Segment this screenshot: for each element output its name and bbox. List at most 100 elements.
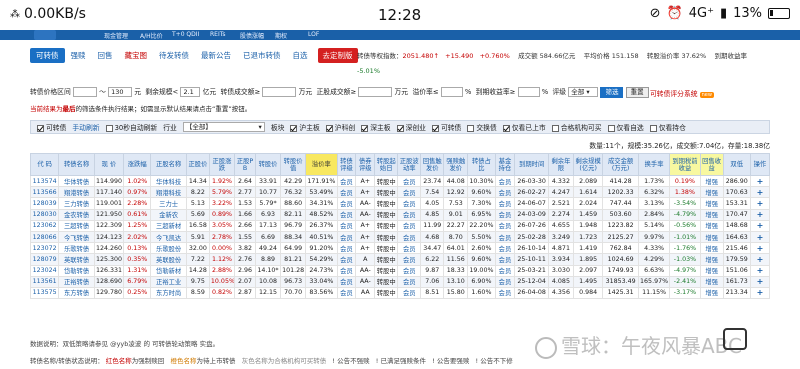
cell-fund-holding[interactable]: 会员 [494,186,516,199]
cell-fund-holding[interactable]: 会员 [494,264,516,277]
table-row[interactable]: 113575 东方转债 129.780 0.25% 东方时尚 8.59 0.82% 2.87 1… [29,286,771,300]
cell-stock-name[interactable]: 英联股份 [150,253,187,266]
cell-code[interactable]: 113575 [29,286,60,300]
col-header-putback-yield[interactable]: 回售收益 [699,153,724,176]
opt-convertible-type[interactable]: 可转债 [431,122,461,132]
opt-auto-refresh[interactable]: 30秒自动刷新 [105,122,157,132]
table-row[interactable]: 128079 英联转债 125.300 0.35% 英联股份 7.22 1.12% 2.76 8… [29,253,771,266]
opt-sh-star[interactable]: 沪科创 [325,122,355,132]
share-icon[interactable] [723,328,747,350]
cell-bond-rating[interactable]: 会员 [336,286,357,300]
cell-code[interactable]: 128030 [29,208,60,221]
custom-version-button[interactable]: 去定制版 [317,47,358,63]
industry-select[interactable]: 【全部】 ▾ [182,122,265,132]
col-header-bond-rating[interactable]: 转债评级 [336,153,357,176]
cell-bond-rating[interactable]: 会员 [336,219,357,232]
table-row[interactable]: 123072 乐歌转债 124.260 0.13% 乐歌股份 32.00 0.00% 3.82… [29,242,771,255]
cell-bond-name[interactable]: 今飞转债 [58,230,95,244]
cell-volatility[interactable]: 会员 [397,219,422,232]
table-row[interactable]: 128066 今飞转债 124.123 2.02% 今飞凯达 5.91 2.78% 1.55 6… [29,230,771,244]
table-row[interactable]: 128030 金农转债 121.950 0.61% 金新农 5.69 0.89% 1.66 6.… [29,208,771,221]
col-header-stock-price[interactable]: 正股价 [185,153,210,176]
cell-bond-rating[interactable]: 会员 [336,186,357,199]
nav-item-options[interactable]: 期权 [275,31,287,40]
cell-bond-rating[interactable]: 会员 [336,242,357,255]
cell-code[interactable]: 113561 [29,275,60,288]
nav-item-gain[interactable]: 股债涨幅 [240,31,264,40]
cell-stock-name[interactable]: 正裕工业 [150,275,187,288]
cell-bond-name[interactable]: 三力转债 [58,197,95,210]
opt-listed-only[interactable]: 仅看已上市 [502,122,546,132]
cell-bond-name[interactable]: 岱勒转债 [58,264,95,277]
table-row[interactable]: 123024 岱勒转债 126.331 1.31% 岱勒新材 14.28 2.88% 2.96… [29,264,771,277]
opt-watchlist-only[interactable]: 仅看自选 [607,122,644,132]
cell-code[interactable]: 123024 [29,264,60,277]
cell-putback-yield[interactable]: 增强 [699,186,724,199]
cell-bond-rating[interactable]: 会员 [336,208,357,221]
col-header-price[interactable]: 现 价 [93,153,125,176]
opt-convertible[interactable]: 可转债 [37,122,66,132]
opt-sz-main[interactable]: 深主板 [361,122,391,132]
cell-putback-yield[interactable]: 增强 [699,286,724,300]
add-watchlist-button[interactable]: + [749,275,771,288]
cell-bond-rating[interactable]: 会员 [336,197,357,210]
add-watchlist-button[interactable]: + [749,230,771,244]
cell-putback-yield[interactable]: 增强 [699,174,724,188]
add-watchlist-button[interactable]: + [749,174,771,188]
table-row[interactable]: 128039 三力转债 119.001 2.28% 三力士 5.13 3.22% 1.53 5.… [29,197,771,210]
nav-item-lof[interactable]: LOF [308,31,319,38]
cell-putback-yield[interactable]: 增强 [699,208,724,221]
col-header-premium[interactable]: 溢价率 [305,153,338,176]
add-watchlist-button[interactable]: + [749,286,771,300]
price-max-input[interactable]: 130 [108,87,133,97]
nav-item-ah[interactable]: A/H比价 [140,31,163,40]
add-watchlist-button[interactable]: + [749,219,771,232]
cell-putback-yield[interactable]: 增强 [699,275,724,288]
manual-refresh-link[interactable]: 手动刷新 [72,122,99,132]
opt-holdings-only[interactable]: 仅看持仓 [649,122,686,132]
cell-stock-name[interactable]: 乐歌股份 [150,242,187,255]
cell-fund-holding[interactable]: 会员 [494,174,516,188]
col-header-remain-years[interactable]: 剩余年限 [547,153,575,176]
cell-fund-holding[interactable]: 会员 [494,242,516,255]
cell-stock-name[interactable]: 今飞凯达 [150,230,187,244]
cell-bond-rating[interactable]: 会员 [336,264,357,277]
col-header-remain-scale[interactable]: 剩余规模(亿元) [572,153,604,176]
col-header-double-low[interactable]: 双低 [722,153,751,176]
cell-volatility[interactable]: 会员 [397,186,422,199]
ytm-input[interactable] [517,87,540,97]
col-header-code[interactable]: 代 码 [29,153,60,176]
cell-volatility[interactable]: 会员 [397,253,422,266]
cell-fund-holding[interactable]: 会员 [494,253,516,266]
site-logo[interactable] [34,30,56,40]
cell-putback-yield[interactable]: 增强 [699,264,724,277]
col-header-turnover[interactable]: 成交金额(万元) [602,153,639,176]
col-header-ytm[interactable]: 到期税前收益 [669,153,701,176]
cell-bond-rating[interactable]: 会员 [336,253,357,266]
tab-redeem[interactable]: 强赎 [65,48,92,63]
cell-stock-name[interactable]: 华体科技 [150,174,187,188]
cell-stock-name[interactable]: 东方时尚 [150,286,187,300]
cell-volatility[interactable]: 会员 [397,242,422,255]
remain-scale-input[interactable]: 2.1 [180,87,201,97]
cell-stock-name[interactable]: 三力士 [150,197,187,210]
tab-putback[interactable]: 回售 [92,48,119,63]
cell-fund-holding[interactable]: 会员 [494,275,516,288]
col-header-change[interactable]: 涨跌幅 [123,153,152,176]
table-row[interactable]: 113566 翔港转债 117.140 0.97% 翔港科技 8.22 5.79% 2.77 1… [29,186,771,199]
cell-volatility[interactable]: 会员 [397,197,422,210]
nav-item-reits[interactable]: REITs [210,31,226,38]
col-header-maturity[interactable]: 到期时间 [514,153,549,176]
add-watchlist-button[interactable]: + [749,186,771,199]
cell-code[interactable]: 128079 [29,253,60,266]
tab-convertible[interactable]: 可转债 [30,47,65,63]
col-header-conv-price[interactable]: 转股价 [254,153,282,176]
cell-stock-name[interactable]: 金新农 [150,208,187,221]
cell-bond-name[interactable]: 三超转债 [58,219,95,232]
rating-select[interactable]: 全部 ▾ [568,87,599,97]
cell-putback-yield[interactable]: 增强 [699,219,724,232]
cell-bond-rating[interactable]: 会员 [336,230,357,244]
cell-volatility[interactable]: 会员 [397,275,422,288]
table-row[interactable]: 113574 华体转债 114.990 1.02% 华体科技 14.34 1.92% 2.64… [29,174,771,188]
nav-item-cash[interactable]: 现金管理 [104,31,128,40]
